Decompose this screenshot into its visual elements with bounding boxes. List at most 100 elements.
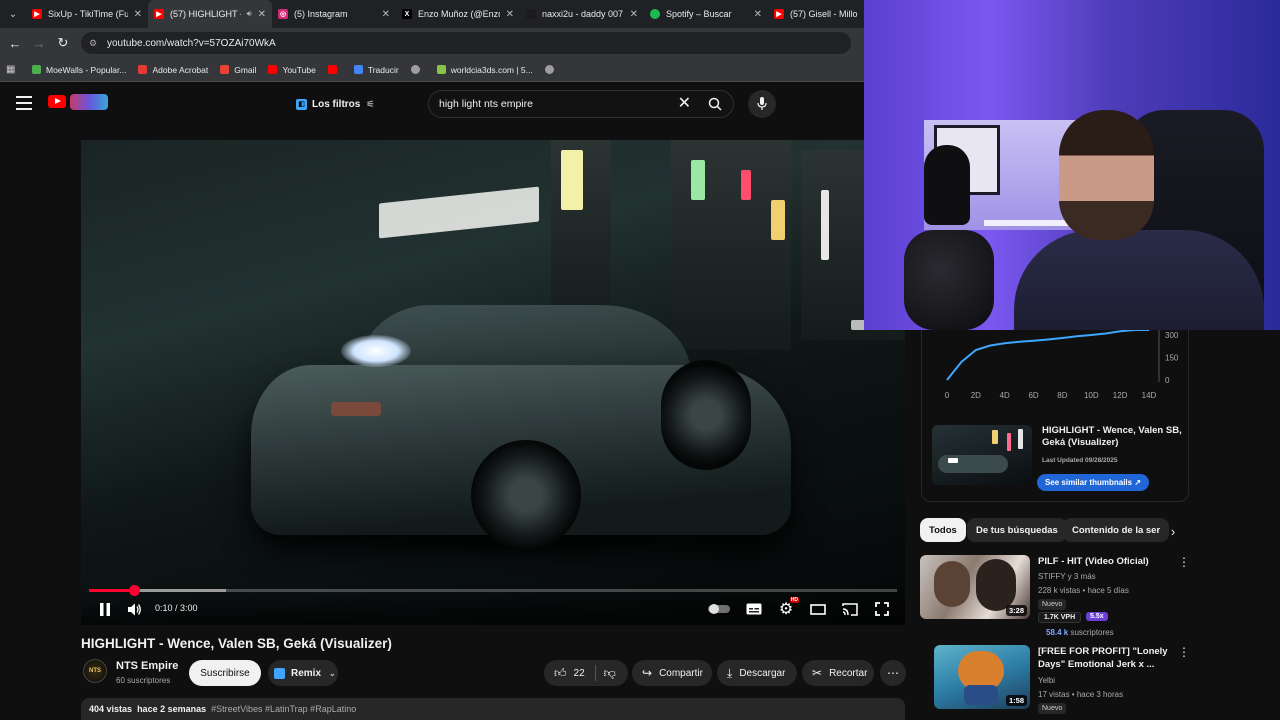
cast-button[interactable] — [839, 600, 861, 618]
chart-x-tick: 14D — [1142, 391, 1157, 400]
close-icon[interactable]: ✕ — [134, 9, 142, 20]
chart-x-tick: 2D — [971, 391, 981, 400]
search-button[interactable] — [697, 91, 733, 117]
globe-icon — [410, 65, 420, 74]
autoplay-toggle[interactable] — [707, 600, 731, 618]
see-similar-thumbnails-button[interactable]: See similar thumbnails ↗ — [1037, 474, 1149, 491]
chip-from-searches[interactable]: De tus búsquedas — [967, 518, 1067, 542]
recommendation-title[interactable]: PILF - HIT (Video Oficial) — [1038, 555, 1172, 568]
url-text: youtube.com/watch?v=57OZAi70WkA — [107, 37, 276, 49]
bookmark-label: Adobe Acrobat — [152, 64, 209, 75]
close-icon[interactable]: ✕ — [382, 9, 390, 20]
recommendation-channel[interactable]: Yelbi — [1038, 676, 1055, 685]
neon-sign — [1007, 433, 1011, 451]
like-count[interactable]: 22 — [574, 668, 585, 679]
speaker-icon[interactable]: 🔊︎ — [247, 9, 252, 19]
subscribe-button[interactable]: Suscribirse — [189, 660, 261, 686]
browser-tab[interactable]: ▶ SixUp - TikiTime (Ful ✕ — [26, 0, 148, 28]
pause-icon — [100, 602, 110, 616]
thumbnail-figure — [934, 561, 970, 607]
channel-avatar[interactable]: NTS — [83, 659, 107, 683]
clip-label: Recortar — [829, 667, 868, 679]
fullscreen-button[interactable] — [871, 600, 893, 618]
tab-label: (5) Instagram — [294, 9, 348, 19]
recommendation-channel[interactable]: STIFFY y 3 más — [1038, 572, 1096, 581]
chart-series-line — [946, 330, 1149, 381]
recommendation-item[interactable]: 1:58 [FREE FOR PROFIT] "Lonely Days" Emo… — [920, 645, 1190, 720]
recommendation-title[interactable]: [FREE FOR PROFIT] "Lonely Days" Emotiona… — [1038, 645, 1172, 671]
apps-grid-icon[interactable]: ▦ — [6, 64, 20, 75]
bookmark-item[interactable]: worldcia3ds.com | 5... — [436, 65, 533, 75]
channel-name[interactable]: NTS Empire — [116, 660, 178, 672]
video-thumbnail[interactable]: 1:58 — [934, 645, 1030, 709]
scissors-icon: ✂ — [812, 666, 823, 680]
bookmark-item[interactable]: Traducir — [353, 65, 399, 75]
download-button[interactable]: ⤓ Descargar — [717, 660, 797, 686]
close-icon[interactable]: ✕ — [258, 9, 266, 20]
browser-tab-strip: ⌄ ▶ SixUp - TikiTime (Ful ✕ ▶ (57) HIGHL… — [0, 0, 864, 28]
chip-channel-content[interactable]: Contenido de la ser — [1063, 518, 1170, 542]
recommendation-item[interactable]: 3:28 PILF - HIT (Video Oficial) STIFFY y… — [920, 555, 1190, 640]
search-input[interactable]: high light nts empire ✕ — [428, 90, 734, 118]
forward-button[interactable]: → — [27, 31, 51, 55]
bookmark-item[interactable]: MoeWalls - Popular... — [32, 65, 126, 75]
bookmark-item[interactable]: YouTube — [268, 65, 316, 75]
studio-microphone — [904, 230, 994, 330]
bookmark-item[interactable]: Adobe Acrobat — [138, 65, 208, 75]
chevron-right-icon[interactable]: › — [1164, 520, 1182, 542]
close-icon[interactable]: ✕ — [630, 9, 638, 20]
browser-tab[interactable]: ◎ (5) Instagram ✕ — [272, 0, 396, 28]
video-thumbnail[interactable]: 3:28 — [920, 555, 1030, 619]
neon-sign — [1018, 429, 1023, 449]
subscriber-count: 58.4 k — [1046, 628, 1069, 637]
more-actions-button[interactable]: ⋯ — [880, 660, 906, 686]
bookmark-item[interactable] — [410, 65, 425, 74]
thumbs-down-icon[interactable]: 👎︎ — [604, 666, 616, 681]
hashtags[interactable]: #StreetVibes #LatinTrap #RapLatino — [211, 704, 356, 714]
car-headlight — [948, 458, 958, 463]
youtube-logo[interactable] — [48, 95, 66, 108]
share-button[interactable]: ↪ Compartir — [632, 660, 712, 686]
bookmark-item[interactable] — [544, 65, 559, 74]
clip-button[interactable]: ✂ Recortar — [802, 660, 874, 686]
more-vertical-icon[interactable]: ⋮ — [1178, 555, 1190, 569]
url-field[interactable]: ⚙ youtube.com/watch?v=57OZAi70WkA — [81, 32, 851, 54]
menu-icon[interactable] — [16, 96, 32, 110]
subtitles-button[interactable] — [743, 600, 765, 618]
thumbnail-preview[interactable] — [932, 425, 1032, 485]
volume-button[interactable] — [125, 600, 145, 618]
video-player[interactable]: 0:10 / 3:00 ⚙ HD — [81, 140, 905, 625]
browser-tab[interactable]: X Enzo Muñoz (@Enzo ✕ — [396, 0, 520, 28]
site-info-icon[interactable]: ⚙ — [89, 38, 99, 49]
translate-icon — [353, 65, 363, 74]
back-button[interactable]: ← — [3, 31, 27, 55]
voice-search-button[interactable] — [748, 90, 776, 118]
clear-search-icon[interactable]: ✕ — [678, 95, 691, 113]
progress-bar[interactable] — [89, 585, 897, 596]
remix-button[interactable]: Remix ⌄ — [268, 660, 338, 686]
settings-button[interactable]: ⚙ HD — [775, 597, 799, 618]
more-vertical-icon[interactable]: ⋮ — [1178, 645, 1190, 659]
chip-todos[interactable]: Todos — [920, 518, 966, 542]
close-icon[interactable]: ✕ — [754, 9, 762, 20]
thumbs-up-icon[interactable]: 👍︎ — [554, 666, 567, 681]
upload-age: hace 2 semanas — [137, 704, 207, 714]
view-count: 404 vistas — [89, 704, 133, 714]
browser-tab-active[interactable]: ▶ (57) HIGHLIGHT - 🔊︎ ✕ — [148, 0, 272, 28]
tab-search-button[interactable]: ⌄ — [0, 0, 26, 28]
neon-sign — [821, 190, 829, 260]
pause-button[interactable] — [95, 600, 115, 618]
bookmark-item[interactable]: Gmail — [220, 65, 256, 75]
browser-tab[interactable]: ▶ (57) Gisell - Millones — [768, 0, 864, 28]
youtube-doodle[interactable] — [70, 94, 108, 110]
reload-button[interactable]: ↻ — [51, 31, 75, 55]
description-box[interactable]: 404 vistas hace 2 semanas #StreetVibes #… — [81, 698, 905, 720]
close-icon[interactable]: ✕ — [506, 9, 514, 20]
chart-x-tick: 8D — [1057, 391, 1067, 400]
x-icon: X — [402, 9, 412, 19]
browser-tab[interactable]: Spotify – Buscar ✕ — [644, 0, 768, 28]
theater-mode-button[interactable] — [807, 600, 829, 618]
filters-button[interactable]: ◧ Los filtros ⚟ — [290, 92, 380, 116]
browser-tab[interactable]: naxxi2u - daddy 007 ✕ — [520, 0, 644, 28]
bookmark-item[interactable] — [327, 65, 342, 74]
